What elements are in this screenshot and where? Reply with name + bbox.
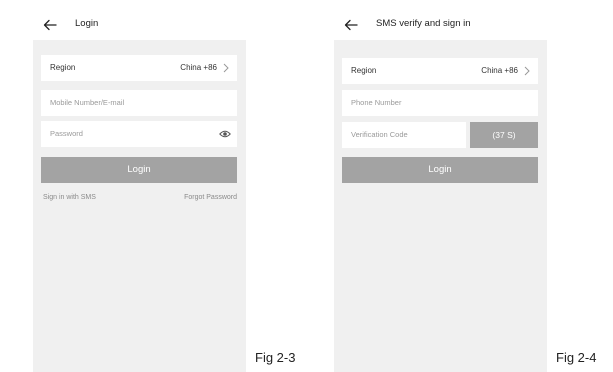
back-arrow-icon[interactable] [43, 18, 57, 32]
eye-icon[interactable] [219, 129, 231, 139]
phone-number-placeholder: Phone Number [351, 98, 402, 107]
verification-code-input[interactable]: Verification Code [342, 122, 466, 148]
chevron-right-icon [524, 66, 530, 76]
back-arrow-icon[interactable] [344, 18, 358, 32]
login-button[interactable]: Login [342, 157, 538, 183]
page-title: SMS verify and sign in [376, 18, 471, 29]
sms-verify-screen: SMS verify and sign in Region China +86 … [334, 10, 547, 372]
region-selector[interactable]: Region China +86 [41, 55, 237, 81]
resend-code-countdown-button[interactable]: (37 S) [470, 122, 538, 148]
phone-number-input[interactable]: Phone Number [342, 90, 538, 116]
account-placeholder: Mobile Number/E-mail [50, 98, 125, 107]
chevron-right-icon [223, 63, 229, 73]
account-input[interactable]: Mobile Number/E-mail [41, 90, 237, 116]
login-screen: Login Region China +86 Mobile Number/E-m… [33, 10, 246, 372]
region-value: China +86 [481, 66, 518, 75]
login-button[interactable]: Login [41, 157, 237, 183]
figure-caption: Fig 2-3 [255, 350, 296, 365]
region-selector[interactable]: Region China +86 [342, 58, 538, 84]
sms-verify-header: SMS verify and sign in [334, 10, 547, 40]
page-title: Login [75, 18, 99, 29]
region-label: Region [351, 66, 377, 75]
password-input[interactable]: Password [41, 121, 237, 147]
forgot-password-link[interactable]: Forgot Password [184, 194, 237, 201]
region-value: China +86 [180, 63, 217, 72]
figure-caption: Fig 2-4 [556, 350, 597, 365]
verification-code-placeholder: Verification Code [351, 130, 408, 139]
login-header: Login [33, 10, 246, 40]
sign-in-with-sms-link[interactable]: Sign in with SMS [43, 194, 96, 201]
password-placeholder: Password [50, 129, 83, 138]
region-label: Region [50, 63, 76, 72]
